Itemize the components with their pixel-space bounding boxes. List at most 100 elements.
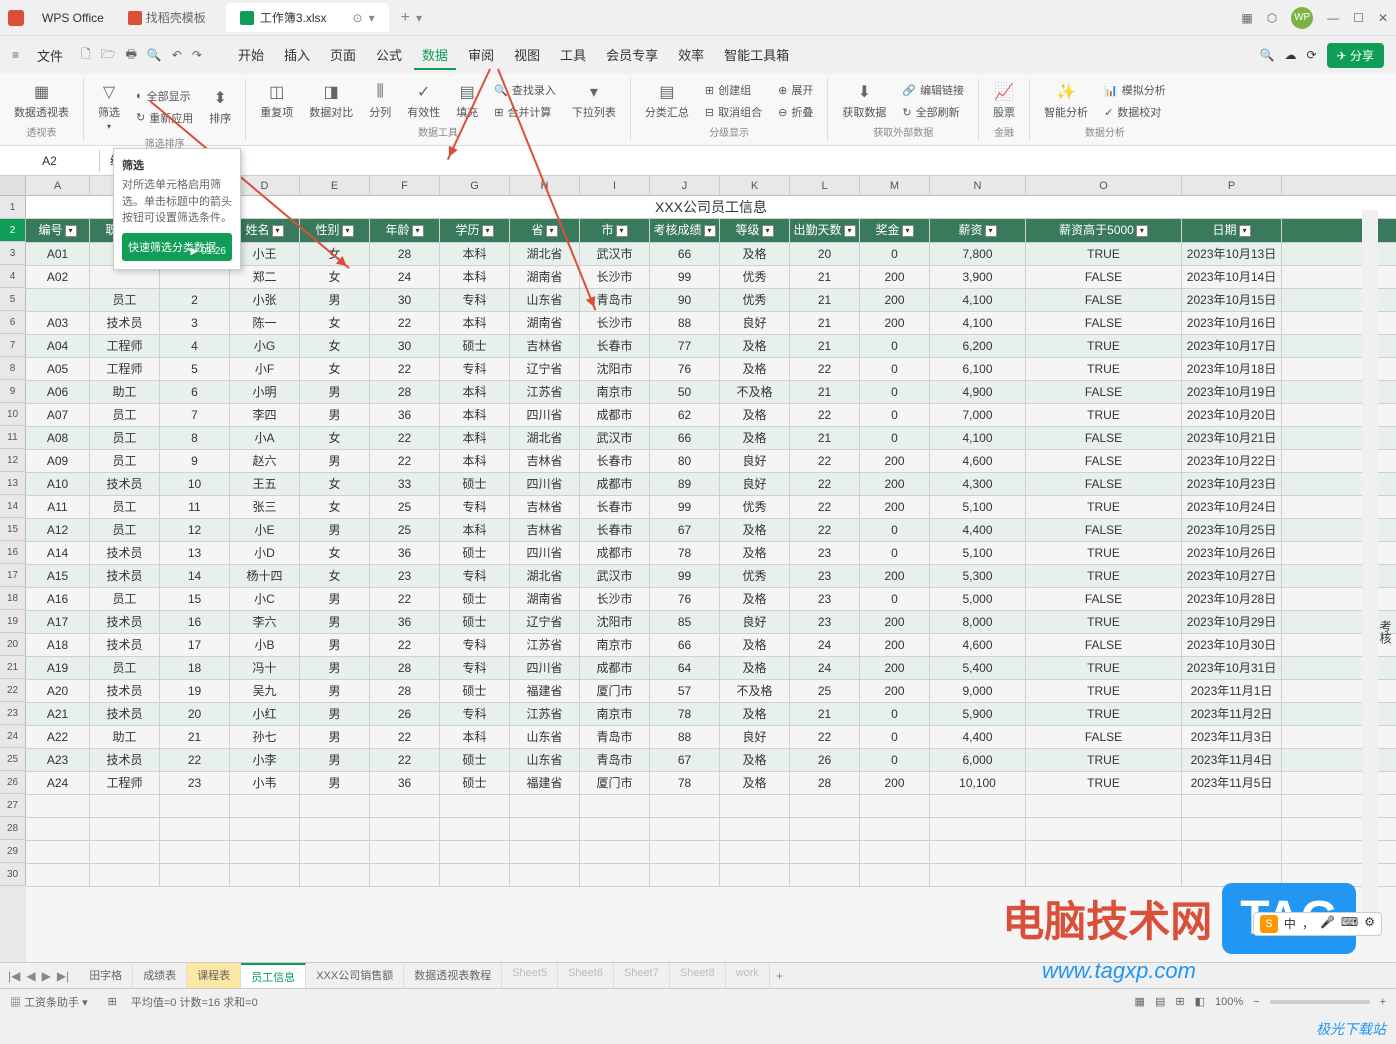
row-header-16[interactable]: 16 (0, 541, 26, 564)
row-header-15[interactable]: 15 (0, 518, 26, 541)
table-cell[interactable]: 22 (370, 588, 440, 610)
menu-会员专享[interactable]: 会员专享 (598, 41, 666, 70)
ime-punct-icon[interactable]: ， (1302, 915, 1314, 933)
filter-dropdown-icon[interactable]: ▾ (65, 225, 77, 237)
header-cell[interactable]: 日期▾ (1182, 219, 1282, 242)
sync-icon[interactable]: ⟳ (1307, 48, 1317, 62)
new-icon[interactable]: 🗋 (81, 45, 91, 66)
search-icon[interactable]: 🔍 (1260, 48, 1275, 62)
table-cell[interactable]: A04 (26, 335, 90, 357)
table-cell[interactable]: 2023年10月31日 (1182, 657, 1282, 679)
table-cell[interactable]: 26 (790, 749, 860, 771)
table-row[interactable]: A14技术员13小D女36硕士四川省成都市78及格2305,100TRUE202… (26, 542, 1396, 565)
table-row[interactable]: A06助工6小明男28本科江苏省南京市50不及格2104,900FALSE202… (26, 381, 1396, 404)
table-cell[interactable]: FALSE (1026, 473, 1182, 495)
table-cell[interactable]: 2023年10月29日 (1182, 611, 1282, 633)
table-cell[interactable]: 5 (160, 358, 230, 380)
table-cell[interactable]: 2023年10月16日 (1182, 312, 1282, 334)
table-cell[interactable]: 0 (860, 335, 930, 357)
table-cell[interactable]: TRUE (1026, 703, 1182, 725)
sheet-tab-数据透视表教程[interactable]: 数据透视表教程 (404, 963, 502, 989)
table-row[interactable]: A16员工15小C男22硕士湖南省长沙市76及格2305,000FALSE202… (26, 588, 1396, 611)
grid-icon[interactable]: ▦ (1241, 11, 1252, 25)
table-cell[interactable]: 5,900 (930, 703, 1026, 725)
table-cell[interactable]: 36 (370, 542, 440, 564)
document-tab[interactable]: 工作簿3.xlsx ⊙ ▾ (226, 3, 389, 32)
table-cell[interactable]: 99 (650, 266, 720, 288)
table-cell[interactable]: 80 (650, 450, 720, 472)
table-cell[interactable]: 76 (650, 588, 720, 610)
table-cell[interactable]: 15 (160, 588, 230, 610)
table-cell[interactable]: 78 (650, 542, 720, 564)
table-cell[interactable] (26, 289, 90, 311)
table-cell[interactable]: 江苏省 (510, 634, 580, 656)
table-cell[interactable]: 6 (160, 381, 230, 403)
table-cell[interactable]: 及格 (720, 335, 790, 357)
sheet-first-icon[interactable]: |◀ (8, 969, 20, 983)
table-cell[interactable]: 长春市 (580, 519, 650, 541)
view-break-icon[interactable]: ⊞ (1175, 995, 1184, 1008)
row-header-12[interactable]: 12 (0, 449, 26, 472)
expand-button[interactable]: ⊕ 展开 (772, 80, 819, 100)
filter-dropdown-icon[interactable]: ▾ (844, 225, 856, 237)
table-cell[interactable]: 李四 (230, 404, 300, 426)
refresh-all-button[interactable]: ↻ 全部刷新 (896, 102, 970, 122)
row-header-6[interactable]: 6 (0, 311, 26, 334)
table-cell[interactable]: 成都市 (580, 404, 650, 426)
table-cell[interactable]: 硕士 (440, 588, 510, 610)
undo-icon[interactable]: ↶ (172, 48, 182, 62)
find-input-button[interactable]: 🔍 查找录入 (488, 80, 562, 100)
table-cell[interactable]: 5,000 (930, 588, 1026, 610)
row-header-26[interactable]: 26 (0, 771, 26, 794)
table-cell[interactable]: 67 (650, 749, 720, 771)
table-cell[interactable]: 21 (790, 335, 860, 357)
table-cell[interactable]: 江苏省 (510, 703, 580, 725)
row-header-27[interactable]: 27 (0, 794, 26, 817)
table-cell[interactable]: 湖南省 (510, 312, 580, 334)
table-cell[interactable]: 17 (160, 634, 230, 656)
table-cell[interactable]: 四川省 (510, 542, 580, 564)
table-cell[interactable]: 技术员 (90, 312, 160, 334)
table-cell[interactable]: 辽宁省 (510, 358, 580, 380)
table-row[interactable]: A08员工8小A女22本科湖北省武汉市66及格2104,100FALSE2023… (26, 427, 1396, 450)
table-cell[interactable]: 200 (860, 289, 930, 311)
table-cell[interactable]: 南京市 (580, 381, 650, 403)
table-cell[interactable]: 王五 (230, 473, 300, 495)
subtotal-button[interactable]: ▤分类汇总 (639, 78, 695, 124)
table-cell[interactable]: 长春市 (580, 496, 650, 518)
table-cell[interactable]: 湖南省 (510, 588, 580, 610)
table-cell[interactable]: 本科 (440, 266, 510, 288)
table-cell[interactable]: 200 (860, 565, 930, 587)
table-cell[interactable]: 20 (790, 243, 860, 265)
table-cell[interactable]: FALSE (1026, 427, 1182, 449)
data-compare-button[interactable]: ◨数据对比 (303, 78, 359, 124)
table-cell[interactable]: A05 (26, 358, 90, 380)
table-cell[interactable]: 11 (160, 496, 230, 518)
header-cell[interactable]: 考核成绩▾ (650, 219, 720, 242)
table-cell[interactable]: 36 (370, 772, 440, 794)
table-cell[interactable]: 62 (650, 404, 720, 426)
table-cell[interactable]: 硕士 (440, 335, 510, 357)
user-avatar[interactable]: WP (1291, 7, 1313, 29)
row-header-25[interactable]: 25 (0, 748, 26, 771)
col-header-A[interactable]: A (26, 176, 90, 195)
row-header-2[interactable]: 2 (0, 219, 26, 242)
table-cell[interactable]: 99 (650, 496, 720, 518)
table-cell[interactable]: 24 (790, 657, 860, 679)
menu-页面[interactable]: 页面 (322, 41, 364, 70)
table-cell[interactable]: 200 (860, 680, 930, 702)
close-button[interactable]: ✕ (1378, 11, 1388, 25)
menu-审阅[interactable]: 审阅 (460, 41, 502, 70)
table-cell[interactable]: 专科 (440, 565, 510, 587)
table-cell[interactable]: 22 (160, 749, 230, 771)
table-cell[interactable]: 本科 (440, 312, 510, 334)
table-cell[interactable]: 5,100 (930, 496, 1026, 518)
table-cell[interactable]: 及格 (720, 772, 790, 794)
table-row[interactable]: A12员工12小E男25本科吉林省长春市67及格2204,400FALSE202… (26, 519, 1396, 542)
row-header-23[interactable]: 23 (0, 702, 26, 725)
table-cell[interactable]: 26 (370, 703, 440, 725)
app-name-tab[interactable]: WPS Office (30, 7, 116, 29)
menu-插入[interactable]: 插入 (276, 41, 318, 70)
table-cell[interactable]: 专科 (440, 703, 510, 725)
table-row[interactable]: 员工2小张男30专科山东省青岛市90优秀212004,100FALSE2023年… (26, 289, 1396, 312)
